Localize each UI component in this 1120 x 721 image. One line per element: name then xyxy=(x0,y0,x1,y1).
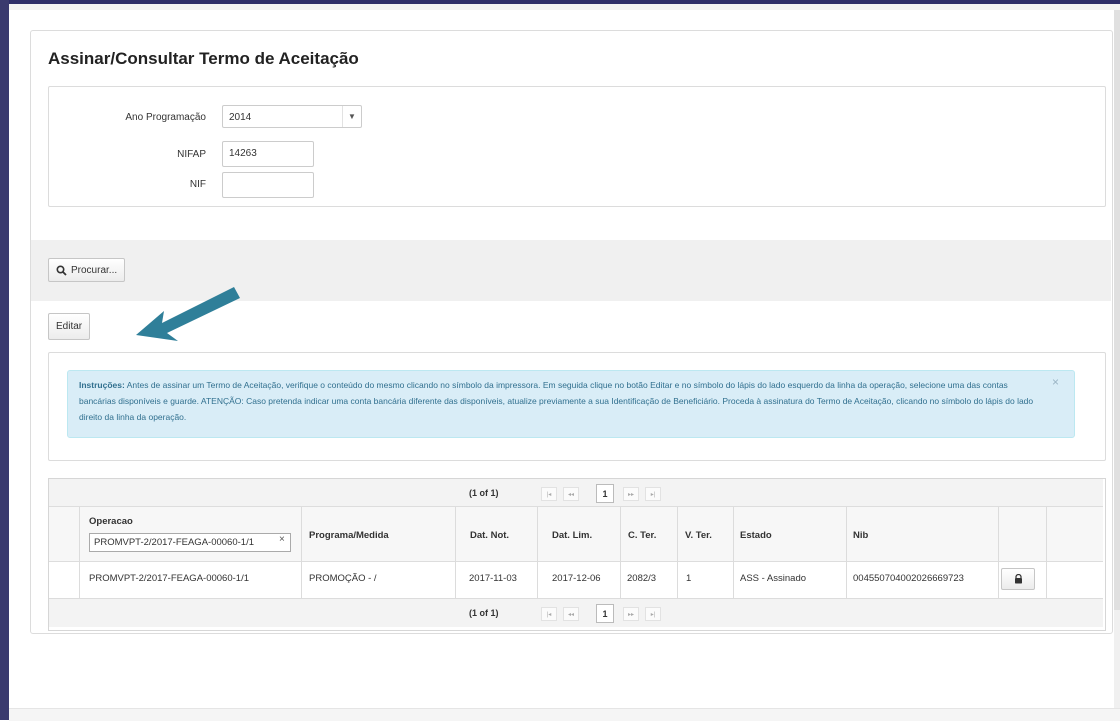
column-divider xyxy=(1046,507,1047,598)
column-divider xyxy=(733,507,734,598)
prev-page-button[interactable]: ◂◂ xyxy=(563,487,579,501)
last-page-button[interactable]: ▸| xyxy=(645,487,661,501)
ano-programacao-select[interactable]: 2014 ▼ xyxy=(222,105,362,128)
column-divider xyxy=(537,507,538,598)
column-divider xyxy=(677,507,678,598)
cell-dat-lim: 2017-12-06 xyxy=(552,573,601,584)
edit-button-label: Editar xyxy=(56,321,83,332)
column-divider xyxy=(846,507,847,598)
column-header-estado[interactable]: Estado xyxy=(740,530,772,541)
column-header-programa[interactable]: Programa/Medida xyxy=(309,530,389,541)
column-divider xyxy=(620,507,621,598)
magnifier-icon xyxy=(56,264,67,276)
cell-dat-not: 2017-11-03 xyxy=(469,573,517,584)
window-left-border xyxy=(0,0,9,720)
nifap-input[interactable]: 14263 xyxy=(222,141,314,167)
column-header-nib[interactable]: Nib xyxy=(853,530,868,541)
ano-programacao-label: Ano Programação xyxy=(125,112,206,123)
instructions-title: Instruções: xyxy=(79,380,125,390)
page-1-button[interactable]: 1 xyxy=(596,604,614,623)
status-bar xyxy=(9,708,1120,721)
nifap-label: NIFAP xyxy=(177,149,206,160)
first-page-button[interactable]: |◂ xyxy=(541,487,557,501)
column-divider xyxy=(455,507,456,598)
prev-page-button[interactable]: ◂◂ xyxy=(563,607,579,621)
last-page-button[interactable]: ▸| xyxy=(645,607,661,621)
cell-c-ter: 2082/3 xyxy=(627,573,657,584)
cell-operacao: PROMVPT-2/2017-FEAGA-00060-1/1 xyxy=(89,573,249,584)
nif-input[interactable] xyxy=(222,172,314,198)
search-button-label: Procurar... xyxy=(71,264,118,276)
arrow-annotation-icon xyxy=(136,287,240,341)
window-inner-top-strip xyxy=(9,4,1120,10)
column-header-dat-lim[interactable]: Dat. Lim. xyxy=(552,530,592,541)
next-page-button[interactable]: ▸▸ xyxy=(623,487,639,501)
search-form xyxy=(48,86,1106,207)
ano-programacao-value: 2014 xyxy=(229,112,252,123)
paginator-bottom: (1 of 1) |◂ ◂◂ 1 ▸▸ ▸| xyxy=(49,599,1103,627)
column-divider xyxy=(301,507,302,598)
paginator-report: (1 of 1) xyxy=(469,608,499,618)
cell-nib: 004550704002026669723 xyxy=(853,573,964,584)
cell-v-ter: 1 xyxy=(686,573,692,584)
chevron-down-icon[interactable]: ▼ xyxy=(342,106,361,127)
instructions-alert: Instruções: Antes de assinar um Termo de… xyxy=(67,370,1075,438)
page-title: Assinar/Consultar Termo de Aceitação xyxy=(48,49,359,68)
lock-icon xyxy=(1014,574,1022,584)
cell-estado: ASS - Assinado xyxy=(740,573,807,584)
search-button[interactable]: Procurar... xyxy=(48,258,126,282)
next-page-button[interactable]: ▸▸ xyxy=(623,607,639,621)
clear-filter-icon[interactable]: × xyxy=(279,534,285,545)
column-header-operacao[interactable]: Operacao xyxy=(89,516,133,527)
column-divider xyxy=(79,507,80,598)
column-header-v-ter[interactable]: V. Ter. xyxy=(685,530,712,541)
edit-button[interactable]: Editar xyxy=(48,313,91,340)
nif-label: NIF xyxy=(189,179,206,190)
sign-button[interactable] xyxy=(1001,568,1035,590)
page-1-button[interactable]: 1 xyxy=(596,484,614,503)
close-icon[interactable]: × xyxy=(1052,375,1059,389)
scrollbar-thumb[interactable] xyxy=(1114,10,1120,610)
operacao-filter-input[interactable]: PROMVPT-2/2017-FEAGA-00060-1/1 xyxy=(89,533,291,552)
paginator-top: (1 of 1) |◂ ◂◂ 1 ▸▸ ▸| xyxy=(49,479,1103,507)
column-header-dat-not[interactable]: Dat. Not. xyxy=(470,530,509,541)
paginator-report: (1 of 1) xyxy=(469,488,499,498)
column-header-c-ter[interactable]: C. Ter. xyxy=(628,530,656,541)
cell-programa: PROMOÇÃO - / xyxy=(309,573,377,584)
first-page-button[interactable]: |◂ xyxy=(541,607,557,621)
column-divider xyxy=(998,507,999,598)
instructions-text: Antes de assinar um Termo de Aceitação, … xyxy=(79,380,1034,422)
